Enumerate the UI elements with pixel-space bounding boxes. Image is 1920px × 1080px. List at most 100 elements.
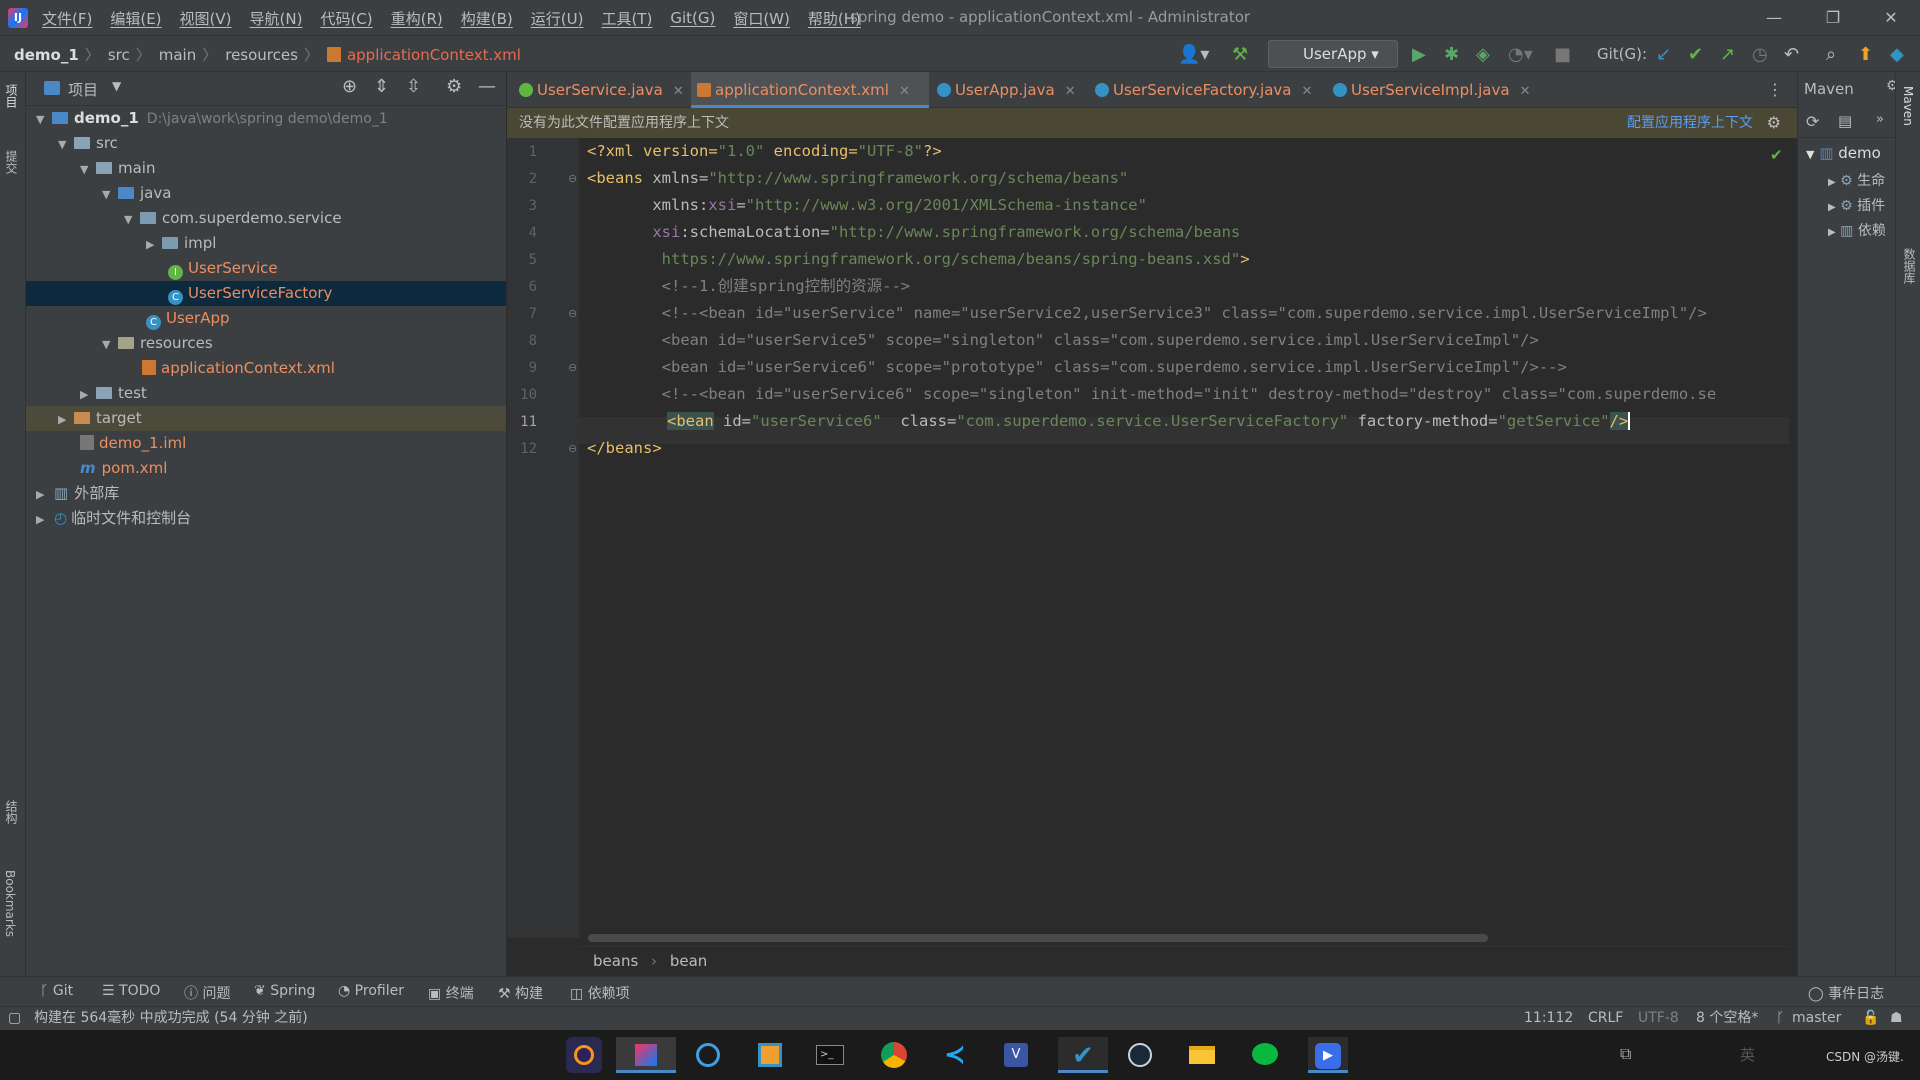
run-icon[interactable]: ▶ — [1412, 44, 1426, 65]
tree-item-resources[interactable]: ▼ resources — [26, 331, 506, 356]
chevron-down-icon[interactable]: ▼ — [102, 182, 114, 207]
tool-tab-maven[interactable]: Maven — [1901, 86, 1915, 126]
close-icon[interactable]: ✕ — [1065, 84, 1076, 99]
chevron-right-icon[interactable]: ▶ — [1828, 177, 1836, 188]
run-config-select[interactable]: UserApp ▾ — [1268, 40, 1398, 68]
stop-icon[interactable]: ■ — [1554, 44, 1571, 65]
tree-item-test[interactable]: ▶ test — [26, 381, 506, 406]
maven-root[interactable]: ▼ ▥ demo — [1806, 144, 1881, 162]
chevron-right-icon[interactable]: ▶ — [36, 482, 48, 507]
tool-tab-structure[interactable]: 结构 — [3, 800, 20, 824]
profile-icon[interactable]: ◔▾ — [1508, 44, 1533, 65]
visio-app-icon[interactable]: V — [998, 1037, 1034, 1073]
crumb-resources[interactable]: resources — [225, 46, 298, 64]
git-update-icon[interactable]: ↙ — [1656, 44, 1671, 65]
user-icon[interactable]: 👤▾ — [1178, 44, 1209, 65]
chevron-down-icon[interactable]: ▼ — [112, 79, 121, 93]
chevron-right-icon[interactable]: ▶ — [146, 232, 158, 257]
fold-icon[interactable]: ⊖ — [568, 442, 577, 455]
maven-item-lifecycle[interactable]: ▶ ⚙ 生命 — [1828, 170, 1885, 190]
notification-icon[interactable]: ☗ — [1890, 1007, 1903, 1029]
status-message[interactable]: 构建在 564毫秒 中成功完成 (54 分钟 之前) — [34, 1007, 308, 1029]
crumb-beans[interactable]: beans — [593, 952, 638, 970]
chevron-down-icon[interactable]: ▼ — [58, 132, 70, 157]
gear-icon[interactable]: ⚙ — [1767, 108, 1781, 138]
lock-icon[interactable]: 🔓 — [1862, 1007, 1879, 1029]
crumb-src[interactable]: src — [108, 46, 130, 64]
crumb-project[interactable]: demo_1 — [14, 46, 79, 64]
tree-item-impl[interactable]: ▶ impl — [26, 231, 506, 256]
tree-item-iml[interactable]: demo_1.iml — [26, 431, 506, 456]
collapse-all-icon[interactable]: ⇳ — [406, 76, 421, 97]
file-explorer-app-icon[interactable] — [1184, 1037, 1220, 1073]
terminal-app-icon[interactable]: >_ — [812, 1037, 848, 1073]
plugin-icon[interactable]: ◆ — [1890, 44, 1904, 65]
tree-item-scratches[interactable]: ▶ ◴ 临时文件和控制台 — [26, 506, 506, 531]
status-toggle-icon[interactable]: ▢ — [8, 1007, 21, 1029]
file-encoding[interactable]: UTF-8 — [1638, 1007, 1679, 1029]
more-tabs-icon[interactable]: ⋮ — [1767, 80, 1783, 99]
menu-code[interactable]: 代码(C) — [320, 8, 372, 29]
tab-appcontext[interactable]: applicationContext.xml ✕ — [691, 72, 929, 108]
chevron-right-icon[interactable]: ▶ — [58, 407, 70, 432]
chevron-right-icon[interactable]: ▶ — [1828, 202, 1836, 213]
indent-setting[interactable]: 8 个空格* — [1696, 1007, 1758, 1029]
tool-tab-spring[interactable]: ❦ Spring — [254, 983, 315, 999]
chevron-right-icon[interactable]: ▶ — [36, 507, 48, 532]
fold-icon[interactable]: ⊖ — [568, 307, 577, 320]
crumb-bean[interactable]: bean — [670, 952, 707, 970]
eclipse-app-icon[interactable] — [566, 1037, 602, 1073]
tab-userservicefactory[interactable]: UserServiceFactory.java ✕ — [1089, 72, 1321, 108]
close-icon[interactable]: ✕ — [1520, 84, 1531, 99]
gear-icon[interactable]: ⚙ — [446, 76, 462, 97]
hide-icon[interactable]: — — [478, 76, 496, 97]
menu-edit[interactable]: 编辑(E) — [110, 8, 161, 29]
git-branch[interactable]: master — [1792, 1007, 1841, 1029]
tool-tab-problems[interactable]: ⓘ 问题 — [184, 983, 230, 1003]
rollback-icon[interactable]: ↶ — [1784, 44, 1799, 65]
tree-item-package[interactable]: ▼ com.superdemo.service — [26, 206, 506, 231]
close-icon[interactable]: ✕ — [1862, 0, 1920, 36]
minimize-icon[interactable]: — — [1745, 0, 1803, 36]
tree-item-pom[interactable]: m pom.xml — [26, 456, 506, 481]
maven-item-dependencies[interactable]: ▶ ▥ 依赖 — [1828, 220, 1886, 240]
chrome-app-icon[interactable] — [876, 1037, 912, 1073]
tree-item-userapp[interactable]: C UserApp — [26, 306, 506, 331]
tool-tab-commit[interactable]: 提交 — [3, 150, 20, 174]
tool-tab-build[interactable]: ⚒ 构建 — [498, 983, 543, 1003]
vscode-app-icon[interactable]: ≺ — [938, 1037, 974, 1073]
workbench-app-icon[interactable] — [752, 1037, 788, 1073]
tree-item-appcontext[interactable]: applicationContext.xml — [26, 356, 506, 381]
steam-app-icon[interactable] — [1122, 1037, 1158, 1073]
tool-tab-profiler[interactable]: ◔ Profiler — [338, 983, 404, 999]
expand-all-icon[interactable]: ⇕ — [374, 76, 389, 97]
chevron-right-icon[interactable]: ▶ — [80, 382, 92, 407]
menu-file[interactable]: 文件(F) — [42, 8, 92, 29]
tree-item-userservice[interactable]: I UserService — [26, 256, 506, 281]
intellij-logo-icon[interactable]: IJ — [8, 8, 28, 28]
caret-position[interactable]: 11:112 — [1524, 1007, 1573, 1029]
tree-item-userservicefactory[interactable]: C UserServiceFactory — [26, 281, 506, 306]
tool-tab-todo[interactable]: ☰ TODO — [102, 983, 160, 999]
tree-item-libraries[interactable]: ▶ ▥ 外部库 — [26, 481, 506, 506]
fold-icon[interactable]: ⊖ — [568, 172, 577, 185]
ime-icon[interactable]: 英 — [1740, 1044, 1755, 1065]
menu-navigate[interactable]: 导航(N) — [250, 8, 303, 29]
chevron-right-icon[interactable]: ▶ — [1828, 227, 1836, 238]
tool-tab-dependencies[interactable]: ◫ 依赖项 — [570, 983, 630, 1003]
build-hammer-icon[interactable]: ⚒ — [1232, 44, 1248, 65]
coverage-icon[interactable]: ◈ — [1476, 44, 1490, 65]
chevron-down-icon[interactable]: ▼ — [1806, 148, 1814, 161]
chevron-down-icon[interactable]: ▼ — [124, 207, 136, 232]
inspection-ok-icon[interactable]: ✔ — [1770, 146, 1783, 164]
project-header-label[interactable]: 项目 — [68, 79, 98, 100]
tool-tab-project[interactable]: 项目 — [3, 84, 20, 108]
tab-userservice[interactable]: UserService.java ✕ — [513, 72, 689, 108]
more-icon[interactable]: » — [1876, 112, 1884, 127]
wechat-app-icon[interactable] — [1246, 1037, 1282, 1073]
chevron-down-icon[interactable]: ▼ — [36, 107, 48, 132]
menu-refactor[interactable]: 重构(R) — [391, 8, 443, 29]
restore-icon[interactable]: ❐ — [1804, 0, 1862, 36]
tool-tab-git[interactable]: ᚴ Git — [40, 983, 73, 999]
crumb-file[interactable]: applicationContext.xml — [347, 46, 521, 64]
